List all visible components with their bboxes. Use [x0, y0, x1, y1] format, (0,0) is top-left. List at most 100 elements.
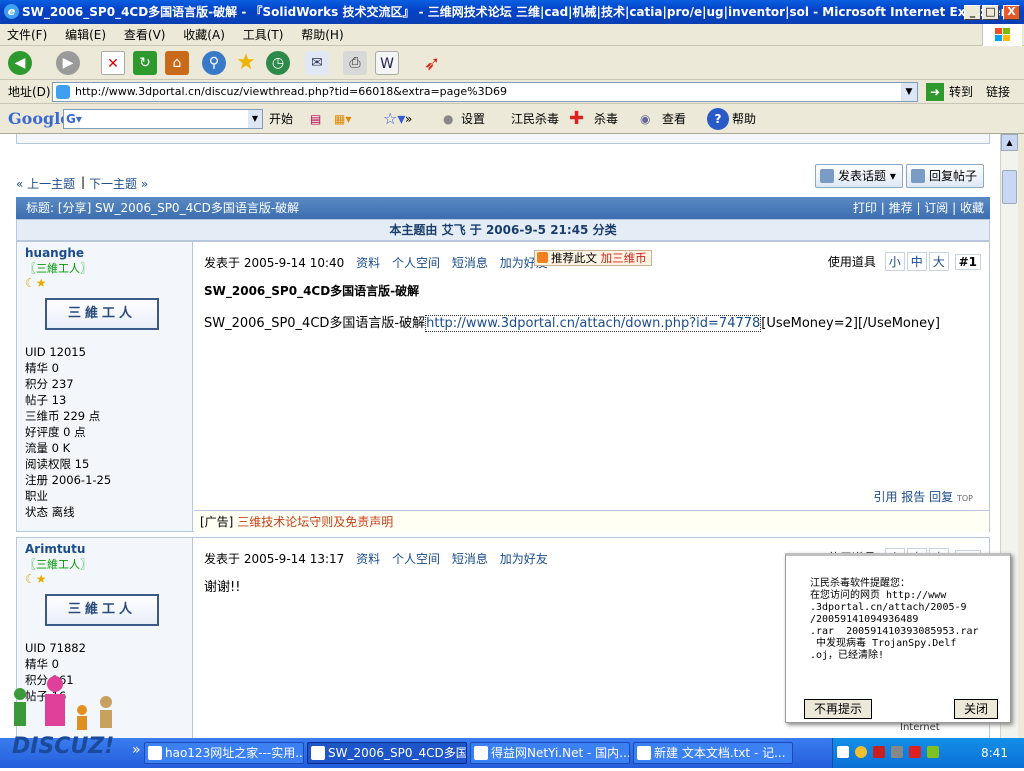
pm-link[interactable]: 短消息	[452, 552, 488, 566]
use-tools-link[interactable]: 使用道具	[825, 253, 879, 270]
task-current-page[interactable]: SW_2006_SP0_4CD多国...	[307, 742, 467, 764]
font-large-button[interactable]: 大	[928, 252, 949, 271]
tray-app-icon[interactable]	[855, 746, 867, 758]
tray-volume-icon[interactable]	[891, 746, 903, 758]
reply-button[interactable]: 回复帖子	[906, 164, 985, 188]
menu-help[interactable]: 帮助(H)	[294, 24, 350, 46]
forum-rules-link[interactable]: 三维技术论坛守则及免责声明	[237, 515, 393, 529]
highlight-star-icon[interactable]: ☆▾	[383, 104, 405, 134]
home-icon[interactable]: ⌂	[165, 51, 189, 75]
previous-table-edge	[16, 134, 990, 144]
print-icon[interactable]: ⎙	[343, 51, 367, 75]
help-icon: ?	[707, 108, 729, 130]
toolbar-chevron-icon[interactable]: »	[405, 104, 412, 134]
menu-favorites[interactable]: 收藏(A)	[176, 24, 232, 46]
profile-link[interactable]: 资料	[356, 552, 380, 566]
settings-button[interactable]: 设置	[461, 104, 485, 134]
favorite-link[interactable]: 收藏	[960, 201, 984, 215]
jiangmin-button[interactable]: 江民杀毒	[511, 104, 559, 134]
add-friend-link[interactable]: 加为好友	[500, 552, 548, 566]
new-topic-button[interactable]: 发表话题 ▾	[815, 164, 903, 188]
thread-title: ] SW_2006_SP0_4CD多国语言版-破解	[86, 201, 300, 215]
menu-file[interactable]: 文件(F)	[0, 24, 54, 46]
recommend-link[interactable]: 推荐	[889, 201, 913, 215]
author-rank: 〖三維工人〗	[25, 262, 91, 275]
recommend-box[interactable]: 推荐此文 加三维币	[534, 250, 652, 266]
go-button[interactable]: 转到	[949, 80, 973, 104]
recommend-label: 推荐此文	[551, 251, 597, 265]
mail-icon[interactable]: ✉	[305, 51, 329, 75]
messenger-icon[interactable]: ➶	[420, 51, 444, 75]
pagerank-icon[interactable]: ▤	[310, 104, 321, 134]
pm-link[interactable]: 短消息	[452, 256, 488, 270]
google-search-button[interactable]: 开始	[269, 104, 293, 134]
subscribe-link[interactable]: 订阅	[924, 201, 948, 215]
tray-input-icon[interactable]	[837, 746, 849, 758]
add-coin-link[interactable]: 加三维币	[601, 251, 647, 265]
reply-link[interactable]: 回复	[929, 490, 953, 504]
stop-icon[interactable]: ✕	[101, 51, 125, 75]
menu-view[interactable]: 查看(V)	[117, 24, 173, 46]
space-link[interactable]: 个人空间	[392, 552, 440, 566]
go-arrow-icon[interactable]: ➜	[926, 83, 944, 101]
close-window-button[interactable]: X	[1003, 5, 1020, 20]
scroll-up-icon[interactable]: ▲	[1001, 134, 1018, 151]
print-link[interactable]: 打印	[853, 201, 877, 215]
post-date: 发表于 2005-9-14 13:17	[204, 552, 345, 566]
tray-antivirus-icon[interactable]	[873, 746, 885, 758]
quote-link[interactable]: 引用	[873, 490, 897, 504]
tray-network-icon[interactable]	[927, 746, 939, 758]
history-icon[interactable]: ◷	[266, 51, 290, 75]
popup-blocker-icon[interactable]: ▦▾	[334, 104, 351, 134]
scan-button[interactable]: 查看	[662, 104, 686, 134]
kill-virus-button[interactable]: 杀毒	[594, 104, 618, 134]
window-titlebar: e SW_2006_SP0_4CD多国语言版-破解 - 『SolidWorks …	[0, 0, 1024, 24]
search-icon[interactable]: ⚲	[202, 51, 226, 75]
author-name-link[interactable]: Arimtutu	[25, 542, 184, 556]
back-icon[interactable]: ◀	[8, 51, 32, 75]
google-dropdown-icon[interactable]: ▼	[248, 110, 262, 128]
minimize-button[interactable]: _	[964, 5, 981, 20]
address-input[interactable]: http://www.3dportal.cn/discuz/viewthread…	[52, 82, 918, 102]
ie-task-icon	[474, 746, 488, 760]
author-name-link[interactable]: huanghe	[25, 246, 184, 260]
speaker-icon	[537, 252, 548, 263]
prev-thread-link[interactable]: « 上一主题	[16, 175, 75, 192]
no-remind-button[interactable]: 不再提示	[804, 699, 872, 719]
help-button[interactable]: 帮助	[732, 104, 756, 134]
standard-toolbar: ◀ ▶ ✕ ↻ ⌂ ⚲ ★ ◷ ✉ ⎙ W ➶	[0, 46, 1024, 80]
author-digest: 精华 0	[25, 657, 59, 671]
task-hao123[interactable]: hao123网址之家---实用...	[144, 742, 304, 764]
popup-close-button[interactable]: 关闭	[954, 699, 998, 719]
forward-icon[interactable]: ▶	[56, 51, 80, 75]
tray-k-icon[interactable]	[909, 746, 921, 758]
space-link[interactable]: 个人空间	[392, 256, 440, 270]
back-to-top-link[interactable]: TOP	[957, 494, 973, 503]
system-tray: 8:41	[832, 738, 1024, 768]
task-netyi[interactable]: 得益网NetYi.Net - 国内...	[470, 742, 630, 764]
page-icon	[56, 85, 70, 99]
maximize-button[interactable]: □	[982, 5, 999, 20]
report-link[interactable]: 报告	[901, 490, 925, 504]
menu-tools[interactable]: 工具(T)	[236, 24, 291, 46]
author-uid: UID 12015	[25, 345, 86, 359]
menu-edit[interactable]: 编辑(E)	[58, 24, 113, 46]
refresh-icon[interactable]: ↻	[133, 51, 157, 75]
scroll-thumb[interactable]	[1002, 170, 1017, 204]
download-link[interactable]: http://www.3dportal.cn/attach/down.php?i…	[425, 315, 762, 332]
post-text: SW_2006_SP0_4CD多国语言版-破解	[204, 316, 426, 331]
google-search-input[interactable]: G▾ ▼	[63, 109, 263, 129]
next-thread-link[interactable]: 下一主题 »	[89, 175, 148, 192]
nav-separator: |	[81, 175, 86, 189]
font-small-button[interactable]: 小	[884, 252, 905, 271]
edit-icon[interactable]: W	[375, 51, 399, 75]
new-topic-icon	[820, 169, 834, 183]
links-button[interactable]: 链接	[986, 80, 1010, 104]
profile-link[interactable]: 资料	[356, 256, 380, 270]
task-notepad[interactable]: 新建 文本文档.txt - 记...	[633, 742, 793, 764]
title-tag-link[interactable]: 分享	[63, 201, 87, 215]
font-medium-button[interactable]: 中	[906, 252, 927, 271]
address-dropdown-icon[interactable]: ▼	[901, 83, 917, 101]
favorites-icon[interactable]: ★	[234, 51, 258, 75]
usemoney-tag: [UseMoney=2][/UseMoney]	[761, 316, 940, 331]
